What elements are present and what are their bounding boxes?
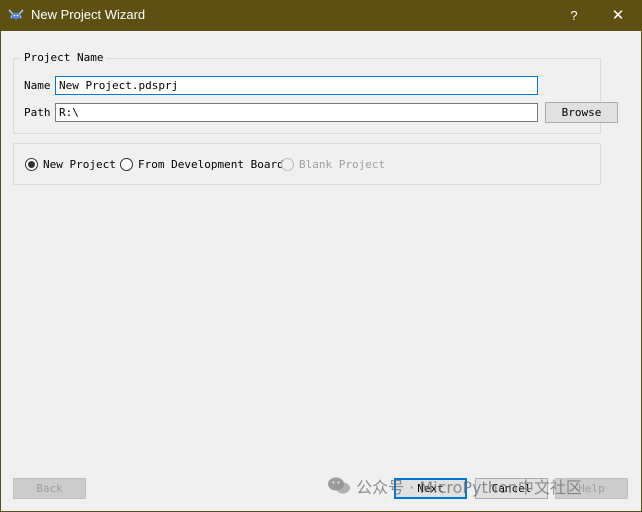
window-title: New Project Wizard [31,7,146,22]
blank-project-radio[interactable] [281,158,294,171]
new-project-label[interactable]: New Project [43,158,116,171]
close-button[interactable]: ✕ [600,0,636,31]
path-label: Path [24,106,51,119]
title-bar: New Project Wizard ? ✕ [0,0,642,31]
dialog-body: Project Name Name New Project.pdsprj Pat… [1,31,641,511]
project-name-group: Project Name Name New Project.pdsprj Pat… [13,51,618,134]
path-field[interactable]: R:\ [55,103,538,122]
back-button[interactable]: Back [13,478,86,499]
title-help-button[interactable]: ? [560,0,588,31]
watermark-text: 公众号 · MicroPython中文社区 [356,478,582,497]
from-dev-board-radio[interactable] [120,158,133,171]
proteus-icon [8,9,24,20]
wechat-icon [328,477,350,494]
blank-project-label: Blank Project [299,158,386,171]
group-title: Project Name [21,51,107,64]
name-field[interactable]: New Project.pdsprj [55,76,538,95]
name-label: Name [24,79,51,92]
next-button[interactable]: Next [394,478,467,499]
new-project-radio[interactable] [25,158,38,171]
cancel-button[interactable]: Cancel [475,478,548,499]
help-button[interactable]: Help [555,478,628,499]
browse-button[interactable]: Browse [545,102,618,123]
project-type-group: New Project From Development Board Blank… [13,143,601,185]
from-dev-board-label[interactable]: From Development Board [138,158,284,171]
